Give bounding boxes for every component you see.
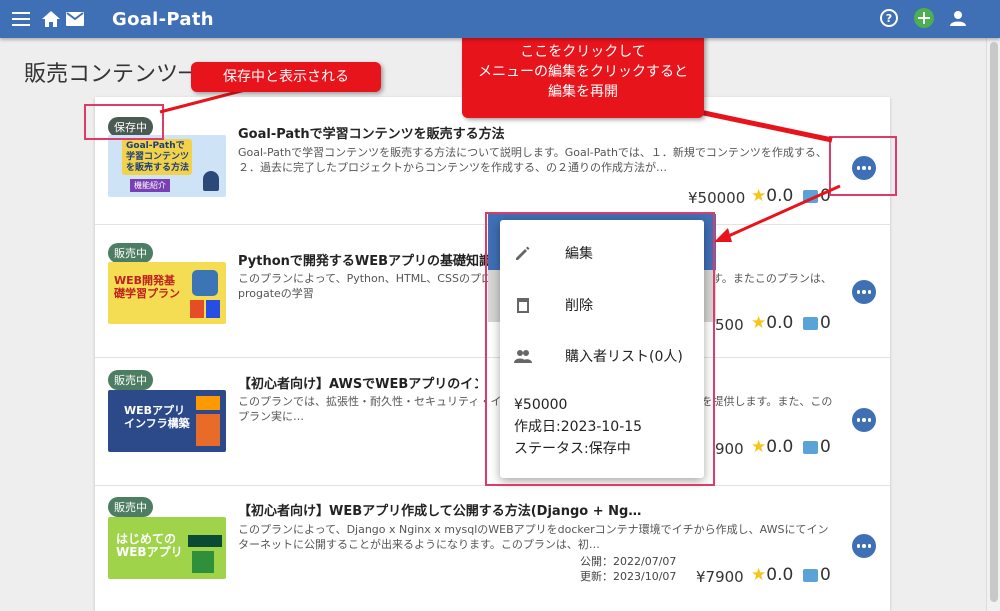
comment-value: 0: [820, 437, 831, 457]
account-icon[interactable]: [950, 10, 966, 30]
content-thumbnail[interactable]: WEBアプリインフラ構築: [108, 390, 226, 452]
comment-icon: [803, 316, 818, 330]
more-button-highlight: [829, 136, 897, 196]
aws-logo: [196, 396, 220, 410]
list-item[interactable]: 販売中 はじめてのWEBアプリ 【初心者向け】WEBアプリ作成して公開する方法(…: [95, 486, 890, 611]
menu-callout-line1: ここをクリックして: [520, 44, 646, 60]
comment-value: 0: [820, 565, 831, 585]
help-icon[interactable]: ?: [880, 9, 898, 31]
rating: ★0.0: [751, 186, 793, 206]
html-logo: [190, 300, 204, 318]
menu-callout: ここをクリックして メニューの編集をクリックすると 編集を再開: [462, 28, 704, 118]
service-icons: [196, 414, 220, 446]
menu-highlight: [485, 212, 715, 486]
content-description: Goal-Pathで学習コンテンツを販売する方法について説明します。Goal-P…: [238, 146, 827, 174]
content-title[interactable]: 【初心者向け】AWSでWEBアプリのインフ: [238, 373, 478, 392]
star-icon: ★: [751, 186, 767, 206]
rating-value: 0.0: [766, 186, 794, 206]
rating: ★0.0: [751, 565, 793, 585]
status-badge: 販売中: [108, 497, 153, 517]
content-thumbnail[interactable]: WEB開発基礎学習プラン: [108, 262, 226, 324]
thumbnail-text: WEBアプリインフラ構築: [124, 404, 190, 430]
comment-value: 0: [820, 313, 831, 333]
published-date: 公開：2022/07/07: [580, 555, 677, 568]
rating: ★0.0: [751, 313, 793, 333]
star-icon: ★: [751, 313, 767, 333]
css-logo: [206, 300, 220, 318]
more-menu-button[interactable]: [852, 534, 876, 558]
rating-value: 0.0: [766, 313, 794, 333]
status-badge: 販売中: [108, 243, 153, 263]
thumbnail-text: Goal-Pathで学習コンテンツを販売する方法: [126, 141, 190, 173]
more-menu-button[interactable]: [852, 408, 876, 432]
content-title[interactable]: Goal-Pathで学習コンテンツを販売する方法: [238, 123, 878, 142]
app-brand[interactable]: Goal-Path: [112, 9, 214, 30]
status-badge: 販売中: [108, 370, 153, 390]
menu-callout-line2: メニューの編集をクリックすると: [478, 64, 688, 80]
price: 500: [715, 316, 744, 334]
price: 900: [715, 440, 744, 458]
price: ¥7900: [696, 568, 744, 586]
python-logo: [192, 270, 218, 296]
star-icon: ★: [751, 437, 767, 457]
content-title[interactable]: 【初心者向け】WEBアプリ作成して公開する方法(Django + Ng…: [238, 500, 878, 519]
thumbnail-text: はじめてのWEBアプリ: [116, 532, 183, 559]
rating-value: 0.0: [766, 565, 794, 585]
content-description: このプランによって、Django x Nginx x mysqlのWEBアプリを…: [238, 523, 829, 551]
saved-callout: 保存中と表示される: [191, 62, 381, 92]
menu-icon[interactable]: [10, 8, 32, 30]
add-icon[interactable]: [914, 8, 934, 32]
app-bar: Goal-Path ?: [0, 0, 1000, 38]
comment-icon: [803, 189, 818, 203]
publish-dates: 公開：2022/07/07 更新：2023/10/07: [580, 554, 676, 584]
person-illustration: [203, 171, 219, 191]
comment-count: 0: [803, 313, 831, 333]
nginx-logo: [192, 551, 214, 573]
mail-icon[interactable]: [64, 8, 86, 30]
menu-callout-line3: 編集を再開: [548, 84, 618, 100]
saved-callout-text: 保存中と表示される: [223, 69, 349, 85]
home-icon[interactable]: [40, 8, 62, 30]
comment-count: 0: [803, 186, 831, 206]
price: ¥50000: [688, 189, 746, 207]
thumbnail-tag: 機能紹介: [130, 179, 170, 192]
more-menu-button[interactable]: [852, 280, 876, 304]
thumbnail-text: WEB開発基礎学習プラン: [114, 274, 180, 300]
content-thumbnail[interactable]: Goal-Pathで学習コンテンツを販売する方法 機能紹介: [108, 135, 226, 197]
star-icon: ★: [751, 565, 767, 585]
scrollbar-thumb[interactable]: [990, 42, 998, 602]
django-logo: [188, 535, 222, 547]
scrollbar[interactable]: [986, 38, 1000, 611]
badge-highlight: [84, 104, 164, 140]
svg-text:?: ?: [886, 12, 892, 25]
comment-count: 0: [803, 565, 831, 585]
updated-date: 更新：2023/10/07: [580, 570, 677, 583]
rating-value: 0.0: [766, 437, 794, 457]
comment-icon: [803, 440, 818, 454]
content-thumbnail[interactable]: はじめてのWEBアプリ: [108, 517, 226, 579]
comment-icon: [803, 568, 818, 582]
comment-count: 0: [803, 437, 831, 457]
rating: ★0.0: [751, 437, 793, 457]
